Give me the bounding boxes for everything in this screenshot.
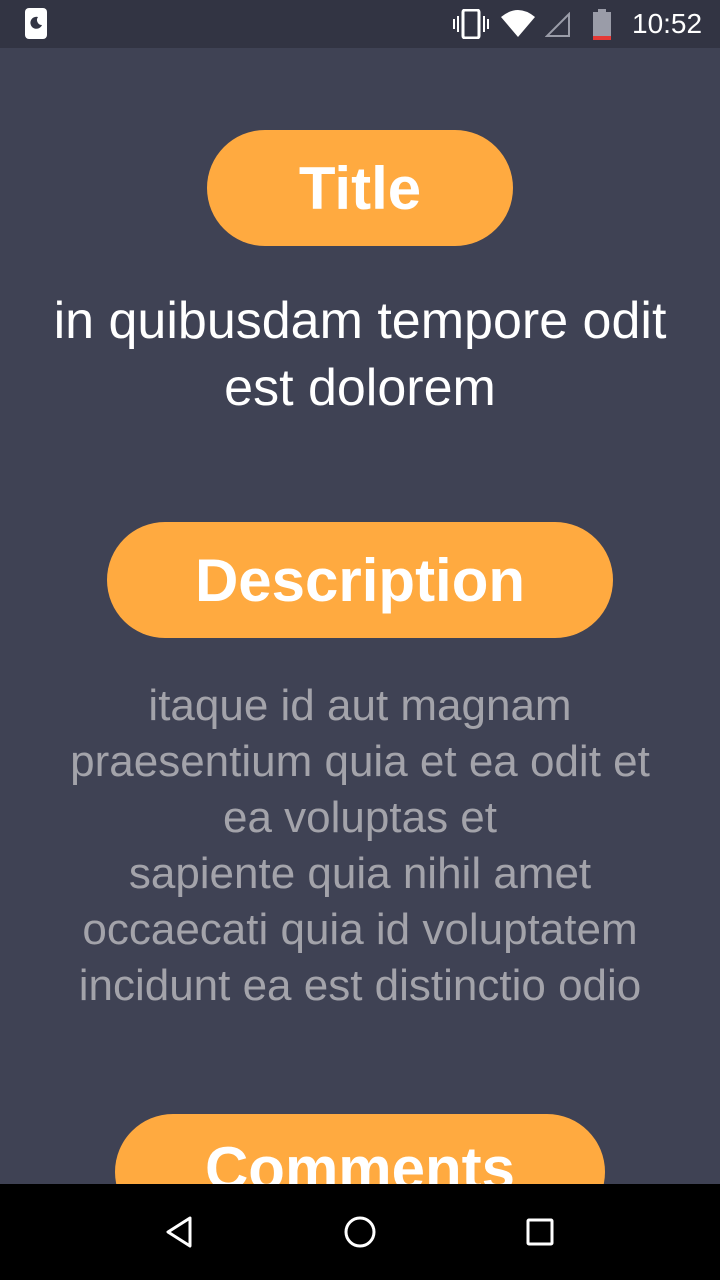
description-label-badge: Description <box>107 522 613 638</box>
description-line: incidunt ea est distinctio odio <box>78 961 642 1010</box>
comments-label-badge[interactable]: Comments <box>115 1114 605 1184</box>
back-icon[interactable] <box>160 1212 200 1252</box>
post-title-text: in quibusdam tempore odit est dolorem <box>53 292 667 417</box>
post-description-text: itaque id aut magnam praesentium quia et… <box>20 678 700 1014</box>
recents-icon[interactable] <box>520 1212 560 1252</box>
description-line: ea voluptas et <box>223 793 497 842</box>
navigation-bar <box>0 1184 720 1280</box>
battery-icon <box>593 9 611 40</box>
home-icon[interactable] <box>340 1212 380 1252</box>
title-label-badge: Title <box>207 130 513 246</box>
status-bar: 10:52 <box>0 0 720 48</box>
notification-icon <box>25 8 47 39</box>
detail-content: Title in quibusdam tempore odit est dolo… <box>0 48 720 1184</box>
description-line: praesentium quia et ea odit et <box>70 737 650 786</box>
status-clock: 10:52 <box>632 8 703 39</box>
description-line: itaque id aut magnam <box>148 681 572 730</box>
description-line: sapiente quia nihil amet <box>128 849 592 898</box>
wifi-icon <box>501 10 535 37</box>
description-line: occaecati quia id voluptatem <box>82 905 638 954</box>
signal-icon <box>545 12 570 37</box>
vibrate-icon <box>453 9 489 39</box>
